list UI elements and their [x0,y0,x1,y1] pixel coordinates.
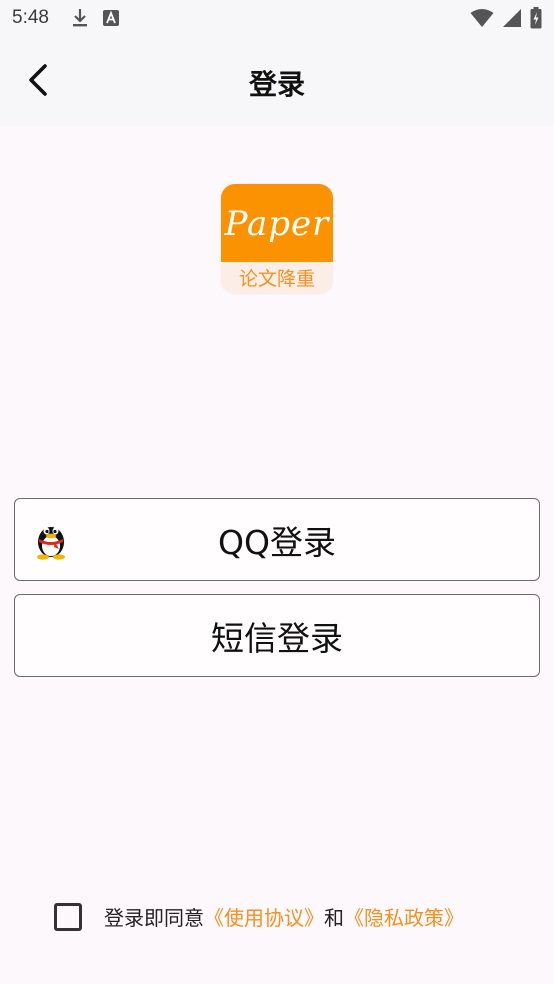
qq-login-label: QQ登录 [218,522,336,562]
download-icon [72,9,87,27]
logo-subtitle: 论文降重 [238,268,315,290]
wifi-icon [470,9,494,27]
app-bar: 登录 [0,36,554,126]
agreement-conjunction: 和 [324,906,344,930]
signal-icon [503,9,521,27]
status-left-icons [71,8,119,28]
agreement-row: 登录即同意 《使用协议》 和 《隐私政策》 [54,902,464,931]
font-icon [102,10,119,26]
qq-penguin-icon [37,527,65,560]
agreement-checkbox[interactable] [54,902,82,931]
battery-icon [530,7,542,29]
status-bar: 5:48 [0,0,554,36]
terms-link[interactable]: 《使用协议》 [204,902,324,931]
status-right-icons [470,7,542,29]
agreement-prefix: 登录即同意 [104,906,204,930]
privacy-link[interactable]: 《隐私政策》 [344,902,464,931]
sms-login-button[interactable]: 短信登录 [14,594,540,677]
page-title: 登录 [248,68,305,101]
qq-login-button[interactable]: QQ登录 [14,498,540,581]
app-logo: Paper 论文降重 [221,184,333,294]
status-time: 5:48 [12,7,49,28]
logo-top: Paper [221,184,333,262]
sms-login-label: 短信登录 [211,618,343,658]
logo-word: Paper [224,204,330,244]
